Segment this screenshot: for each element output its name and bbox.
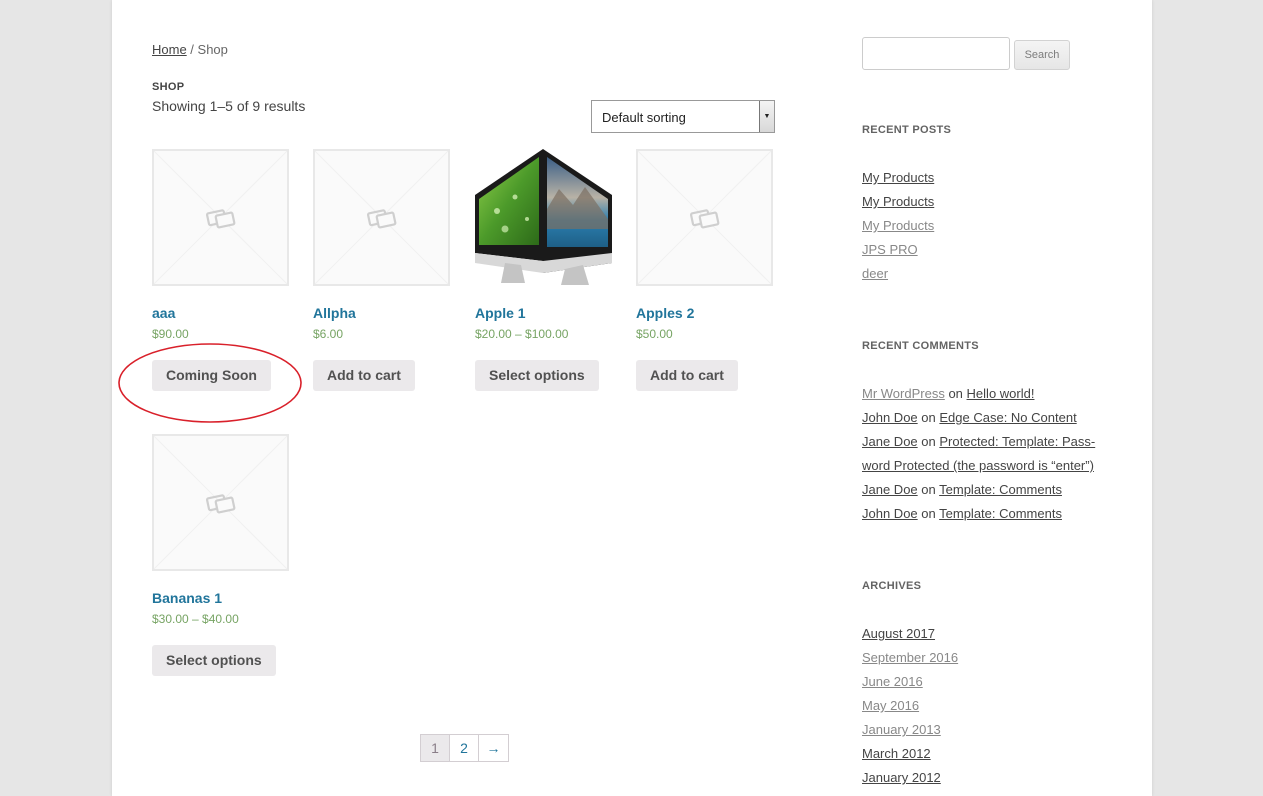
list-item: August 2017 [862,622,958,646]
recent-post-link[interactable]: JPS PRO [862,242,918,257]
list-item: Jane Doe on Protected: Template: Pass- [862,430,1112,454]
product-card: Allpha $6.00 Add to cart [313,149,453,391]
comment-post-link[interactable]: Edge Case: No Content [939,410,1076,425]
product-name[interactable]: Apples 2 [636,305,694,321]
list-item: John Doe on Template: Comments [862,502,1112,526]
archive-link[interactable]: June 2016 [862,674,923,689]
product-card: Apples 2 $50.00 Add to cart [636,149,776,391]
list-item: JPS PRO [862,238,934,262]
breadcrumb-current: Shop [197,42,228,57]
list-item: My Products [862,190,934,214]
product-price: $90.00 [152,327,189,341]
sorting-select[interactable]: Default sorting ▼ [591,100,775,133]
placeholder-image-icon[interactable] [152,434,289,571]
select-options-button[interactable]: Select options [152,645,276,676]
annotation-circle [118,343,302,423]
list-item: March 2012 [862,742,958,766]
list-item: Mr WordPress on Hello world! [862,382,1112,406]
comment-author-link[interactable]: John Doe [862,410,918,425]
recent-comments-title: RECENT COMMENTS [862,340,979,352]
recent-post-link[interactable]: My Products [862,218,934,233]
recent-post-link[interactable]: My Products [862,194,934,209]
on-word: on [921,410,936,425]
select-options-button[interactable]: Select options [475,360,599,391]
list-item: June 2016 [862,670,958,694]
result-count: Showing 1–5 of 9 results [152,98,306,114]
list-item: My Products [862,214,934,238]
product-name[interactable]: Allpha [313,305,356,321]
product-card: Bananas 1 $30.00 – $40.00 Select options [152,434,292,676]
archives-title: ARCHIVES [862,580,922,592]
product-name[interactable]: aaa [152,305,175,321]
page-title: SHOP [152,81,185,93]
on-word: on [948,386,963,401]
archive-link[interactable]: September 2016 [862,650,958,665]
comment-post-link[interactable]: Template: Comments [939,482,1062,497]
breadcrumb-separator: / [186,42,198,57]
product-price: $50.00 [636,327,673,341]
product-card: Apple 1 $20.00 – $100.00 Select options [475,149,615,391]
page-number-link[interactable]: 2 [450,735,479,761]
recent-post-link[interactable]: deer [862,266,888,281]
product-price: $30.00 – $40.00 [152,612,239,626]
recent-post-link[interactable]: My Products [862,170,934,185]
archive-link[interactable]: May 2016 [862,698,919,713]
list-item: January 2012 [862,766,958,790]
product-price: $6.00 [313,327,344,341]
comment-author-link[interactable]: Jane Doe [862,482,918,497]
archive-link[interactable]: August 2017 [862,626,935,641]
add-to-cart-button[interactable]: Add to cart [636,360,738,391]
comment-author-link[interactable]: Mr WordPress [862,386,945,401]
add-to-cart-button[interactable]: Add to cart [313,360,415,391]
on-word: on [921,434,936,449]
imac-product-photo[interactable] [475,149,612,286]
comment-author-link[interactable]: Jane Doe [862,434,918,449]
page-container: Home / Shop SHOP Showing 1–5 of 9 result… [112,0,1152,796]
product-name[interactable]: Bananas 1 [152,590,222,606]
chevron-down-icon[interactable]: ▼ [759,101,774,132]
on-word: on [921,482,936,497]
breadcrumb-home-link[interactable]: Home [152,42,187,57]
archive-link[interactable]: March 2012 [862,746,931,761]
archive-link[interactable]: January 2012 [862,770,941,785]
comment-author-link[interactable]: John Doe [862,506,918,521]
list-item: May 2016 [862,694,958,718]
comment-post-link[interactable]: word Protected (the password is “enter”) [862,458,1094,473]
list-item: deer [862,262,934,286]
comment-post-link[interactable]: Protected: Template: Pass- [939,434,1095,449]
breadcrumb: Home / Shop [152,42,228,57]
recent-comments-list: Mr WordPress on Hello world! John Doe on… [862,382,1112,526]
next-arrow-icon[interactable]: → [479,735,508,761]
placeholder-image-icon[interactable] [313,149,450,286]
product-name[interactable]: Apple 1 [475,305,526,321]
placeholder-image-icon[interactable] [152,149,289,286]
search-button[interactable]: Search [1014,40,1070,70]
on-word: on [921,506,936,521]
search-input[interactable] [862,37,1010,70]
recent-posts-list: My Products My Products My Products JPS … [862,166,934,286]
list-item: My Products [862,166,934,190]
list-item: word Protected (the password is “enter”) [862,454,1112,478]
sorting-selected-value: Default sorting [602,110,686,125]
list-item: January 2013 [862,718,958,742]
product-price: $20.00 – $100.00 [475,327,569,341]
list-item: John Doe on Edge Case: No Content [862,406,1112,430]
comment-post-link[interactable]: Hello world! [967,386,1035,401]
pagination: 1 2 → [420,734,509,762]
product-card: aaa $90.00 Coming Soon [152,149,292,391]
list-item: September 2016 [862,646,958,670]
list-item: Jane Doe on Template: Comments [862,478,1112,502]
recent-posts-title: RECENT POSTS [862,124,952,136]
comment-post-link[interactable]: Template: Comments [939,506,1062,521]
page-number-current: 1 [421,735,450,761]
placeholder-image-icon[interactable] [636,149,773,286]
archive-link[interactable]: January 2013 [862,722,941,737]
archives-list: August 2017 September 2016 June 2016 May… [862,622,958,790]
